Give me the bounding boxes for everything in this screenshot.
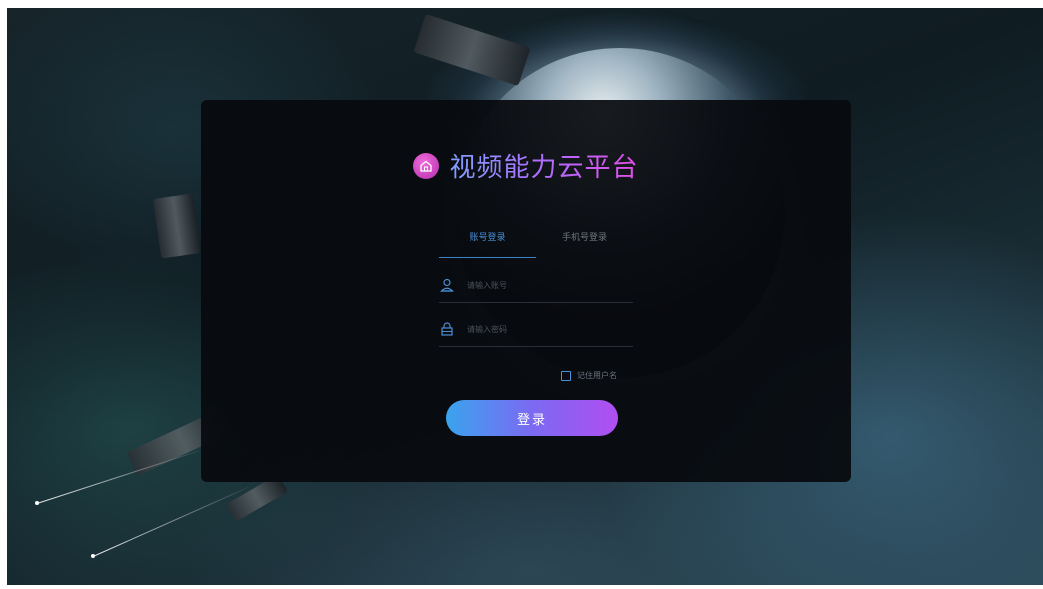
engine-trail-dot bbox=[35, 501, 39, 505]
tab-account-login[interactable]: 账号登录 bbox=[439, 228, 536, 258]
login-panel: 视频能力云平台 账号登录 手机号登录 请输入账号 记住用户名 登录 bbox=[201, 100, 851, 482]
login-tabs: 账号登录 手机号登录 bbox=[439, 228, 633, 258]
remember-checkbox[interactable] bbox=[561, 370, 571, 381]
space-background: 视频能力云平台 账号登录 手机号登录 请输入账号 记住用户名 登录 bbox=[7, 8, 1043, 585]
home-icon bbox=[413, 152, 440, 179]
username-input[interactable] bbox=[465, 279, 619, 291]
login-button[interactable]: 登录 bbox=[446, 400, 618, 436]
remember-label: 记住用户名 bbox=[577, 371, 617, 380]
remember-username[interactable]: 记住用户名 bbox=[561, 370, 617, 381]
spaceship-graphic bbox=[413, 13, 531, 87]
user-icon bbox=[439, 277, 455, 293]
password-field bbox=[439, 312, 633, 347]
engine-trail-dot bbox=[91, 554, 95, 558]
engine-trail bbox=[92, 486, 249, 557]
brand-header: 视频能力云平台 bbox=[201, 147, 851, 184]
engine-trail bbox=[36, 450, 199, 504]
password-input[interactable] bbox=[465, 323, 619, 335]
spaceship-graphic bbox=[153, 193, 201, 259]
tab-phone-login[interactable]: 手机号登录 bbox=[536, 228, 633, 258]
username-field bbox=[439, 268, 633, 303]
lock-icon bbox=[439, 321, 455, 337]
app-title: 视频能力云平台 bbox=[449, 147, 638, 184]
